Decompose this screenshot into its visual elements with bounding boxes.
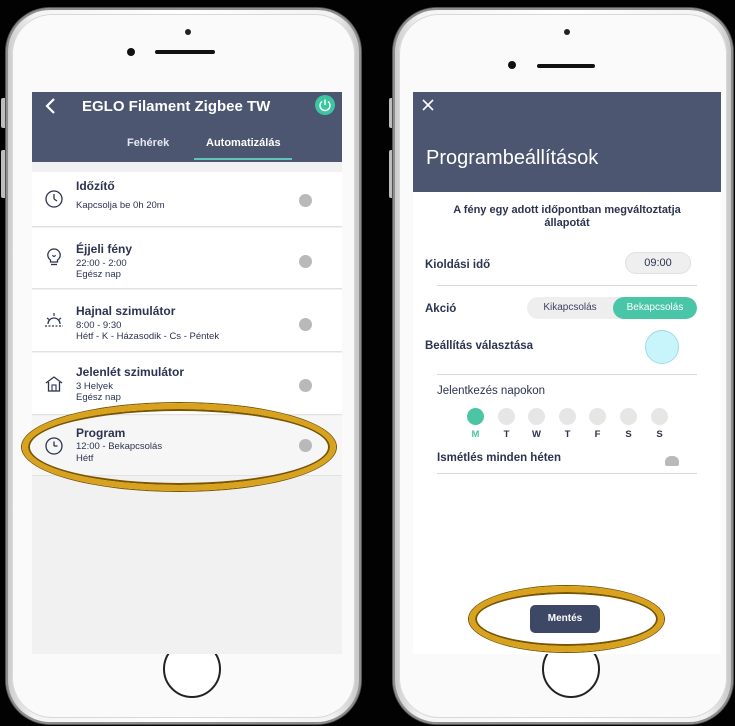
left-phone: EGLO Filament Zigbee TW Fehérek Automati… bbox=[6, 8, 361, 724]
item-title: Éjjeli fény bbox=[76, 242, 133, 256]
front-camera bbox=[127, 48, 135, 56]
left-screen: EGLO Filament Zigbee TW Fehérek Automati… bbox=[32, 92, 342, 654]
back-arrow-icon[interactable] bbox=[42, 94, 60, 118]
repeat-weekly-label: Ismétlés minden héten bbox=[437, 452, 561, 464]
day-label: S bbox=[625, 429, 632, 440]
item-title: Időzítő bbox=[76, 179, 115, 193]
front-sensor bbox=[564, 29, 570, 35]
trigger-time-label: Kioldási idő bbox=[425, 259, 491, 271]
power-icon bbox=[319, 99, 331, 112]
day-button-wednesday[interactable] bbox=[528, 408, 545, 425]
color-picker-swatch[interactable] bbox=[645, 330, 679, 364]
day-label: S bbox=[656, 429, 663, 440]
item-title: Jelenlét szimulátor bbox=[76, 365, 185, 379]
day-button-sunday[interactable] bbox=[651, 408, 668, 425]
day-label: T bbox=[564, 429, 571, 440]
stage: EGLO Filament Zigbee TW Fehérek Automati… bbox=[0, 0, 735, 726]
active-tab-indicator bbox=[194, 158, 292, 160]
item-days: Egész nap bbox=[76, 269, 121, 280]
list-item-hajnal-szimulator[interactable]: Hajnal szimulátor 8:00 - 9:30 Hétf - K -… bbox=[32, 290, 342, 352]
highlight-ring-save bbox=[469, 586, 664, 652]
front-sensor bbox=[185, 29, 191, 35]
sunrise-icon bbox=[45, 313, 63, 327]
action-on-option[interactable]: Bekapcsolás bbox=[613, 297, 697, 319]
toggle-switch[interactable] bbox=[299, 379, 312, 392]
day-button-tuesday[interactable] bbox=[498, 408, 515, 425]
day-label: W bbox=[532, 429, 541, 440]
page-title: Programbeállítások bbox=[426, 147, 599, 169]
description-text: A fény egy adott időpontban megváltoztat… bbox=[453, 204, 681, 229]
list-item-ejjeli-feny[interactable]: Éjjeli fény 22:00 - 2:00 Egész nap bbox=[32, 228, 342, 289]
divider bbox=[437, 374, 697, 375]
app-header: EGLO Filament Zigbee TW Fehérek Automati… bbox=[32, 92, 342, 162]
item-title: Hajnal szimulátor bbox=[76, 304, 176, 318]
settings-header: Programbeállítások bbox=[413, 92, 721, 192]
earpiece-speaker bbox=[155, 50, 215, 54]
front-camera bbox=[508, 61, 516, 69]
tab-feherek[interactable]: Fehérek bbox=[127, 137, 169, 149]
trigger-time-value[interactable]: 09:00 bbox=[625, 252, 691, 274]
close-icon[interactable] bbox=[421, 98, 435, 112]
action-off-option[interactable]: Kikapcsolás bbox=[527, 297, 613, 319]
item-days: Hétf - K - Házasodik - Cs - Péntek bbox=[76, 331, 220, 342]
day-button-monday[interactable] bbox=[467, 408, 484, 425]
timer-icon bbox=[45, 190, 63, 208]
day-label: F bbox=[594, 429, 601, 440]
toggle-switch[interactable] bbox=[299, 255, 312, 268]
list-item-idozito[interactable]: Időzítő Kapcsolja be 0h 20m bbox=[32, 172, 342, 227]
item-places: 3 Helyek bbox=[76, 381, 113, 392]
divider bbox=[437, 473, 697, 474]
divider bbox=[437, 285, 697, 286]
highlight-ring-program bbox=[22, 403, 336, 491]
day-button-friday[interactable] bbox=[589, 408, 606, 425]
days-label: Jelentkezés napokon bbox=[437, 385, 546, 397]
tab-automatizalas[interactable]: Automatizálás bbox=[206, 137, 281, 149]
device-title: EGLO Filament Zigbee TW bbox=[82, 98, 271, 115]
earpiece-speaker bbox=[537, 64, 595, 68]
night-light-icon bbox=[47, 248, 61, 266]
day-label: M bbox=[471, 429, 480, 440]
item-days: Egész nap bbox=[76, 392, 121, 403]
toggle-switch[interactable] bbox=[299, 318, 312, 331]
day-button-thursday[interactable] bbox=[559, 408, 576, 425]
action-label: Akció bbox=[425, 303, 457, 315]
day-button-saturday[interactable] bbox=[620, 408, 637, 425]
toggle-switch[interactable] bbox=[299, 194, 312, 207]
action-segmented-control[interactable]: Kikapcsolás Bekapcsolás bbox=[527, 297, 697, 319]
power-button[interactable] bbox=[315, 95, 335, 115]
item-detail: Kapcsolja be 0h 20m bbox=[76, 200, 165, 211]
house-icon bbox=[45, 376, 63, 392]
item-time: 8:00 - 9:30 bbox=[76, 320, 122, 331]
day-label: T bbox=[503, 429, 510, 440]
right-screen: Programbeállítások A fény egy adott időp… bbox=[413, 92, 721, 654]
setting-select-label: Beállítás választása bbox=[425, 340, 534, 352]
item-time: 22:00 - 2:00 bbox=[76, 258, 127, 269]
repeat-weekly-toggle[interactable] bbox=[665, 456, 679, 466]
